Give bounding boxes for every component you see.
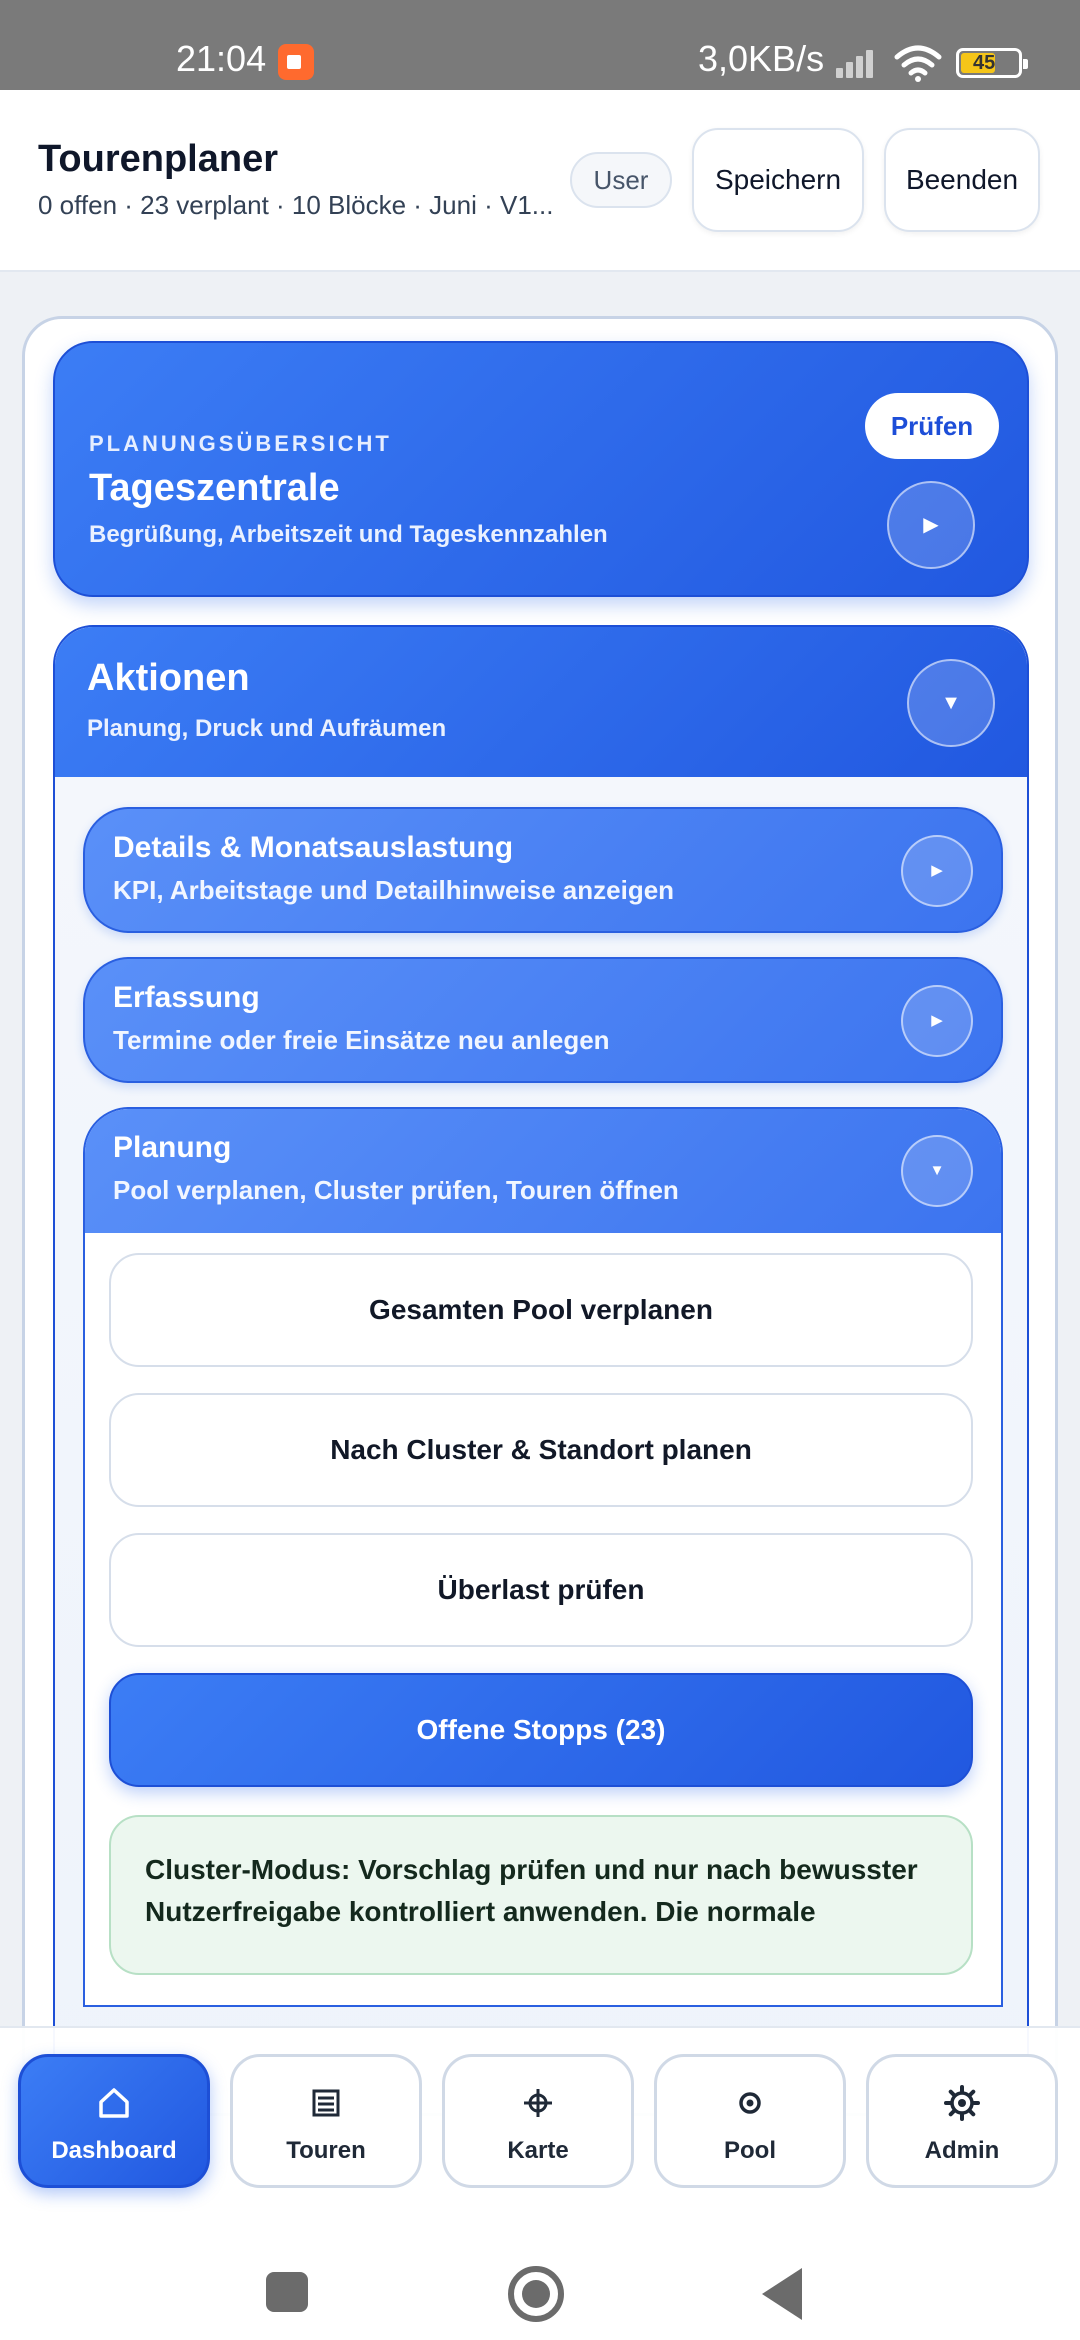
nav-label-touren: Touren	[286, 2137, 366, 2164]
home-icon	[99, 2088, 129, 2118]
actions-header[interactable]: Aktionen Planung, Druck und Aufräumen ▼	[55, 627, 1027, 777]
crosshair-icon	[524, 2089, 552, 2117]
overview-eyebrow: PLANUNGSÜBERSICHT	[89, 431, 392, 456]
expand-erfassung-button[interactable]: ▶	[901, 985, 973, 1057]
collapse-planung-button[interactable]: ▼	[901, 1135, 973, 1207]
list-icon	[312, 2089, 340, 2117]
actions-body: Details & Monatsauslastung KPI, Arbeitst…	[55, 777, 1027, 2113]
section-details-desc: KPI, Arbeitstage und Detailhinweise anze…	[113, 875, 675, 905]
app-header: Tourenplaner 0 offen · 23 verplant · 10 …	[0, 90, 1080, 272]
section-erfassung-title: Erfassung	[113, 981, 260, 1014]
main-card: PLANUNGSÜBERSICHT Tageszentrale Begrüßun…	[22, 316, 1058, 2116]
home-button[interactable]	[508, 2266, 564, 2322]
section-planung: Planung Pool verplanen, Cluster prüfen, …	[83, 1107, 1003, 2007]
check-button[interactable]: Prüfen	[865, 393, 999, 459]
page-subtitle: 0 offen · 23 verplant · 10 Blöcke · Juni…	[38, 190, 554, 220]
target-icon	[739, 2092, 761, 2114]
expand-overview-button[interactable]: ▶	[887, 481, 975, 569]
section-erfassung-desc: Termine oder freie Einsätze neu anlegen	[113, 1025, 610, 1055]
open-stops-button[interactable]: Offene Stopps (23)	[109, 1673, 973, 1787]
nav-tab-pool[interactable]: Pool	[654, 2054, 846, 2188]
play-icon: ▶	[923, 514, 939, 536]
save-button[interactable]: Speichern	[692, 128, 864, 232]
nav-label-karte: Karte	[507, 2137, 569, 2164]
user-chip[interactable]: User	[570, 152, 672, 208]
overview-subtitle: Begrüßung, Arbeitszeit und Tageskennzahl…	[89, 521, 608, 548]
recent-apps-button[interactable]	[266, 2272, 308, 2312]
battery-icon: 45	[956, 48, 1028, 78]
collapse-actions-button[interactable]: ▼	[907, 659, 995, 747]
wifi-icon	[894, 45, 942, 82]
gear-icon	[944, 2085, 980, 2121]
nav-tab-admin[interactable]: Admin	[866, 2054, 1058, 2188]
screen-record-icon	[278, 44, 314, 80]
battery-level: 45	[973, 52, 996, 74]
system-nav-bar	[0, 2212, 1080, 2340]
chevron-down-icon: ▼	[941, 692, 961, 714]
network-speed: 3,0KB/s	[698, 38, 825, 79]
actions-subtitle: Planung, Druck und Aufräumen	[87, 715, 447, 742]
nav-tab-dashboard[interactable]: Dashboard	[18, 2054, 210, 2188]
status-bar: 21:04 3,0KB/s 45	[0, 0, 1080, 90]
play-icon: ▶	[931, 1012, 943, 1029]
overview-title: Tageszentrale	[89, 467, 340, 509]
chevron-down-icon: ▼	[929, 1162, 945, 1179]
section-details-title: Details & Monatsauslastung	[113, 831, 514, 864]
nav-label-pool: Pool	[724, 2137, 776, 2164]
actions-title: Aktionen	[87, 657, 250, 699]
quit-button[interactable]: Beenden	[884, 128, 1040, 232]
expand-details-button[interactable]: ▶	[901, 835, 973, 907]
nav-tab-touren[interactable]: Touren	[230, 2054, 422, 2188]
section-planung-header[interactable]: Planung Pool verplanen, Cluster prüfen, …	[85, 1109, 1001, 1233]
nav-label-dashboard: Dashboard	[51, 2137, 177, 2164]
section-details[interactable]: Details & Monatsauslastung KPI, Arbeitst…	[83, 807, 1003, 933]
section-planung-title: Planung	[113, 1131, 232, 1164]
status-time: 21:04	[176, 38, 267, 79]
play-icon: ▶	[931, 862, 943, 879]
nav-tab-karte[interactable]: Karte	[442, 2054, 634, 2188]
plan-entire-pool-button[interactable]: Gesamten Pool verplanen	[109, 1253, 973, 1367]
actions-panel: Aktionen Planung, Druck und Aufräumen ▼ …	[53, 625, 1029, 2113]
overview-card[interactable]: PLANUNGSÜBERSICHT Tageszentrale Begrüßun…	[53, 341, 1029, 597]
page-title: Tourenplaner	[38, 138, 278, 180]
plan-by-cluster-button[interactable]: Nach Cluster & Standort planen	[109, 1393, 973, 1507]
signal-icon	[836, 46, 882, 78]
back-button[interactable]	[762, 2268, 802, 2320]
nav-label-admin: Admin	[924, 2137, 1000, 2164]
check-overload-button[interactable]: Überlast prüfen	[109, 1533, 973, 1647]
bottom-nav: Dashboard Touren Karte Pool Admin	[0, 2026, 1080, 2212]
section-erfassung[interactable]: Erfassung Termine oder freie Einsätze ne…	[83, 957, 1003, 1083]
section-planung-desc: Pool verplanen, Cluster prüfen, Touren ö…	[113, 1175, 679, 1205]
cluster-info-box: Cluster-Modus: Vorschlag prüfen und nur …	[109, 1815, 973, 1975]
